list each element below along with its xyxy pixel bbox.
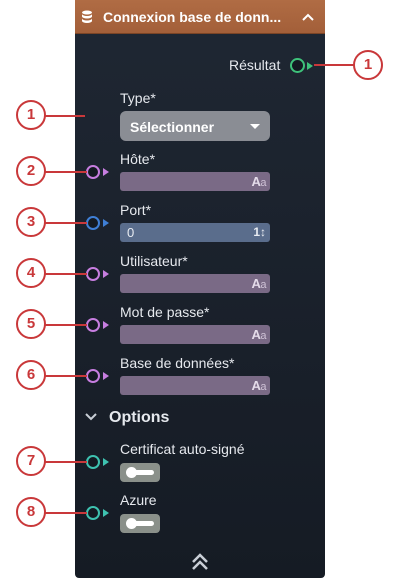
toggle-knob [126, 467, 137, 478]
port-input-port[interactable] [86, 216, 100, 230]
azure-label: Azure [120, 492, 157, 508]
password-field[interactable]: Aa [120, 325, 270, 344]
output-port[interactable] [290, 58, 305, 73]
database-input-port[interactable] [86, 369, 100, 383]
callout-line [45, 171, 87, 173]
chevron-up-icon[interactable] [301, 11, 315, 23]
number-type-icon: 1↕ [253, 225, 266, 239]
database-connection-node: Connexion base de donn... Résultat Type*… [75, 0, 325, 578]
self-signed-label: Certificat auto-signé [120, 441, 245, 457]
self-signed-port-arrow [103, 458, 109, 466]
port-port-arrow [103, 219, 109, 227]
node-header[interactable]: Connexion base de donn... [75, 0, 325, 34]
user-input-port[interactable] [86, 267, 100, 281]
database-icon [82, 10, 92, 23]
database-label: Base de données* [120, 355, 235, 371]
password-port-arrow [103, 321, 109, 329]
database-field[interactable]: Aa [120, 376, 270, 395]
host-field[interactable]: Aa [120, 172, 270, 191]
callout-badge: 7 [16, 446, 46, 476]
callout-line [45, 375, 87, 377]
type-select[interactable]: Sélectionner [120, 111, 270, 141]
azure-toggle[interactable] [120, 514, 160, 533]
host-input-port[interactable] [86, 165, 100, 179]
azure-port-arrow [103, 509, 109, 517]
chevron-down-icon [85, 413, 97, 421]
self-signed-toggle[interactable] [120, 463, 160, 482]
host-port-arrow [103, 168, 109, 176]
toggle-knob [126, 518, 137, 529]
options-title: Options [109, 409, 170, 426]
port-field[interactable]: 0 1↕ [120, 223, 270, 242]
password-input-port[interactable] [86, 318, 100, 332]
type-select-value: Sélectionner [130, 119, 215, 135]
database-port-arrow [103, 372, 109, 380]
callout-badge: 5 [16, 309, 46, 339]
node-title: Connexion base de donn... [103, 9, 282, 25]
chevron-down-icon [250, 124, 260, 129]
azure-input-port[interactable] [86, 506, 100, 520]
double-chevron-up-icon[interactable] [190, 552, 210, 572]
port-value: 0 [127, 225, 135, 240]
output-label: Résultat [229, 57, 281, 73]
callout-line [314, 64, 354, 66]
user-field[interactable]: Aa [120, 274, 270, 293]
port-label: Port* [120, 202, 152, 218]
callout-badge: 2 [16, 156, 46, 186]
callout-badge: 3 [16, 207, 46, 237]
output-port-arrow [307, 62, 313, 70]
callout-line [45, 461, 87, 463]
user-port-arrow [103, 270, 109, 278]
text-type-icon: Aa [251, 276, 266, 291]
callout-line [45, 273, 87, 275]
host-label: Hôte* [120, 151, 156, 167]
text-type-icon: Aa [251, 327, 266, 342]
user-label: Utilisateur* [120, 253, 188, 269]
callout-badge: 4 [16, 258, 46, 288]
text-type-icon: Aa [251, 378, 266, 393]
text-type-icon: Aa [251, 174, 266, 189]
callout-badge: 1 [16, 100, 46, 130]
callout-badge: 6 [16, 360, 46, 390]
callout-line [45, 324, 87, 326]
callout-badge: 8 [16, 497, 46, 527]
type-label: Type* [120, 90, 156, 106]
self-signed-input-port[interactable] [86, 455, 100, 469]
callout-line [45, 512, 87, 514]
callout-line [45, 115, 85, 117]
password-label: Mot de passe* [120, 304, 210, 320]
callout-badge: 1 [353, 50, 383, 80]
callout-line [45, 222, 87, 224]
